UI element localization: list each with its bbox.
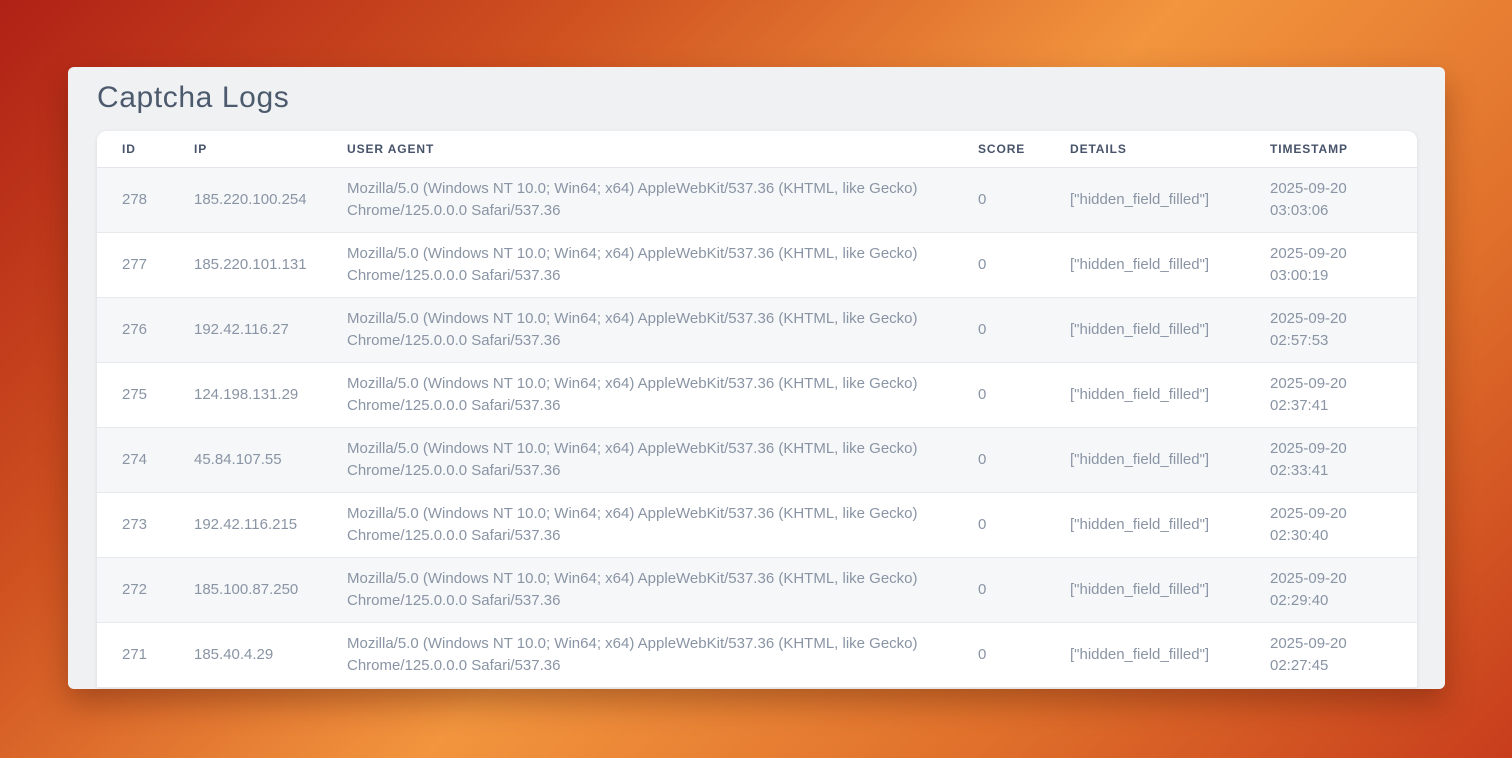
table-row: 275 124.198.131.29 Mozilla/5.0 (Windows … — [97, 363, 1417, 428]
cell-score: 0 — [978, 579, 1070, 601]
column-header-id: ID — [122, 142, 194, 156]
timestamp-text: 2025-09-20 02:27:45 — [1270, 633, 1366, 677]
cell-ip: 45.84.107.55 — [194, 449, 347, 471]
cell-details: ["hidden_field_filled"] — [1070, 579, 1270, 601]
cell-ip: 192.42.116.27 — [194, 319, 347, 341]
cell-score: 0 — [978, 254, 1070, 276]
cell-details: ["hidden_field_filled"] — [1070, 319, 1270, 341]
captcha-logs-table: ID IP USER AGENT SCORE DETAILS TIMESTAMP… — [97, 131, 1417, 688]
cell-ip: 185.220.100.254 — [194, 189, 347, 211]
cell-timestamp: 2025-09-20 02:27:45 — [1270, 633, 1417, 677]
cell-user-agent: Mozilla/5.0 (Windows NT 10.0; Win64; x64… — [347, 178, 978, 222]
timestamp-text: 2025-09-20 02:33:41 — [1270, 438, 1366, 482]
timestamp-text: 2025-09-20 02:30:40 — [1270, 503, 1366, 547]
table-header-row: ID IP USER AGENT SCORE DETAILS TIMESTAMP — [97, 131, 1417, 168]
cell-ip: 185.220.101.131 — [194, 254, 347, 276]
timestamp-text: 2025-09-20 02:57:53 — [1270, 308, 1366, 352]
cell-id: 277 — [122, 254, 194, 276]
table-row: 273 192.42.116.215 Mozilla/5.0 (Windows … — [97, 493, 1417, 558]
cell-details: ["hidden_field_filled"] — [1070, 449, 1270, 471]
cell-details: ["hidden_field_filled"] — [1070, 189, 1270, 211]
cell-id: 278 — [122, 189, 194, 211]
timestamp-text: 2025-09-20 03:00:19 — [1270, 243, 1366, 287]
cell-details: ["hidden_field_filled"] — [1070, 644, 1270, 666]
cell-user-agent: Mozilla/5.0 (Windows NT 10.0; Win64; x64… — [347, 568, 978, 612]
cell-ip: 185.100.87.250 — [194, 579, 347, 601]
table-row: 271 185.40.4.29 Mozilla/5.0 (Windows NT … — [97, 623, 1417, 688]
cell-ip: 124.198.131.29 — [194, 384, 347, 406]
cell-ip: 192.42.116.215 — [194, 514, 347, 536]
timestamp-text: 2025-09-20 02:37:41 — [1270, 373, 1366, 417]
table-row: 276 192.42.116.27 Mozilla/5.0 (Windows N… — [97, 298, 1417, 363]
timestamp-text: 2025-09-20 02:29:40 — [1270, 568, 1366, 612]
cell-score: 0 — [978, 189, 1070, 211]
cell-timestamp: 2025-09-20 02:33:41 — [1270, 438, 1417, 482]
cell-timestamp: 2025-09-20 03:03:06 — [1270, 178, 1417, 222]
cell-timestamp: 2025-09-20 02:57:53 — [1270, 308, 1417, 352]
cell-details: ["hidden_field_filled"] — [1070, 254, 1270, 276]
cell-id: 273 — [122, 514, 194, 536]
page-title: Captcha Logs — [97, 81, 289, 115]
cell-score: 0 — [978, 384, 1070, 406]
cell-timestamp: 2025-09-20 02:30:40 — [1270, 503, 1417, 547]
table-row: 278 185.220.100.254 Mozilla/5.0 (Windows… — [97, 168, 1417, 233]
cell-timestamp: 2025-09-20 02:29:40 — [1270, 568, 1417, 612]
cell-score: 0 — [978, 319, 1070, 341]
table-row: 277 185.220.101.131 Mozilla/5.0 (Windows… — [97, 233, 1417, 298]
cell-id: 275 — [122, 384, 194, 406]
cell-score: 0 — [978, 514, 1070, 536]
cell-user-agent: Mozilla/5.0 (Windows NT 10.0; Win64; x64… — [347, 373, 978, 417]
cell-timestamp: 2025-09-20 02:37:41 — [1270, 373, 1417, 417]
cell-score: 0 — [978, 449, 1070, 471]
table-row: 272 185.100.87.250 Mozilla/5.0 (Windows … — [97, 558, 1417, 623]
table-body: 278 185.220.100.254 Mozilla/5.0 (Windows… — [97, 168, 1417, 688]
cell-timestamp: 2025-09-20 03:00:19 — [1270, 243, 1417, 287]
column-header-timestamp: TIMESTAMP — [1270, 142, 1417, 156]
cell-user-agent: Mozilla/5.0 (Windows NT 10.0; Win64; x64… — [347, 243, 978, 287]
cell-user-agent: Mozilla/5.0 (Windows NT 10.0; Win64; x64… — [347, 438, 978, 482]
cell-id: 271 — [122, 644, 194, 666]
column-header-ip: IP — [194, 142, 347, 156]
cell-id: 274 — [122, 449, 194, 471]
cell-user-agent: Mozilla/5.0 (Windows NT 10.0; Win64; x64… — [347, 503, 978, 547]
cell-details: ["hidden_field_filled"] — [1070, 514, 1270, 536]
cell-score: 0 — [978, 644, 1070, 666]
captcha-logs-card: Captcha Logs ID IP USER AGENT SCORE DETA… — [68, 67, 1445, 689]
page-background: { "page": { "title": "Captcha Logs" }, "… — [0, 0, 1512, 758]
cell-details: ["hidden_field_filled"] — [1070, 384, 1270, 406]
cell-id: 276 — [122, 319, 194, 341]
column-header-details: DETAILS — [1070, 142, 1270, 156]
column-header-user-agent: USER AGENT — [347, 142, 978, 156]
column-header-score: SCORE — [978, 142, 1070, 156]
timestamp-text: 2025-09-20 03:03:06 — [1270, 178, 1366, 222]
cell-id: 272 — [122, 579, 194, 601]
cell-ip: 185.40.4.29 — [194, 644, 347, 666]
table-row: 274 45.84.107.55 Mozilla/5.0 (Windows NT… — [97, 428, 1417, 493]
cell-user-agent: Mozilla/5.0 (Windows NT 10.0; Win64; x64… — [347, 633, 978, 677]
cell-user-agent: Mozilla/5.0 (Windows NT 10.0; Win64; x64… — [347, 308, 978, 352]
